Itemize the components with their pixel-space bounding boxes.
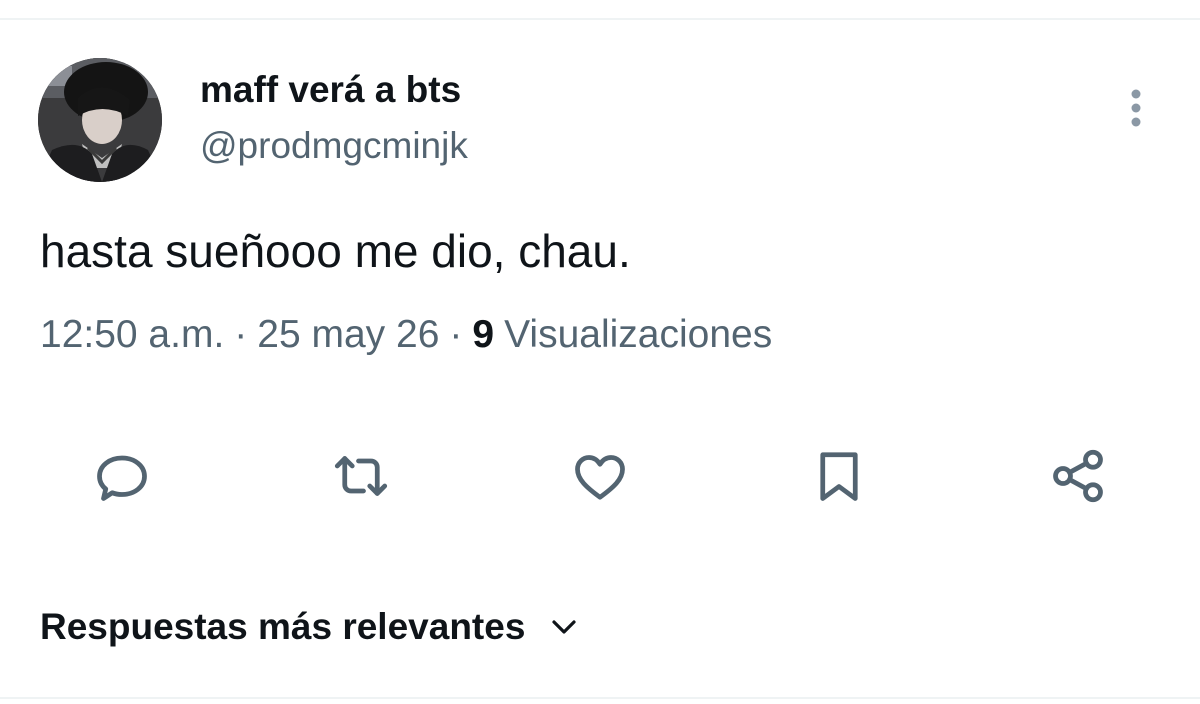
- retweet-button[interactable]: [329, 444, 393, 508]
- meta-separator: ·: [234, 313, 248, 356]
- share-button[interactable]: [1046, 444, 1110, 508]
- chevron-down-icon: [551, 619, 577, 635]
- replies-sort-label: Respuestas más relevantes: [40, 606, 526, 647]
- like-button[interactable]: [568, 444, 632, 508]
- more-vertical-icon: [1131, 89, 1141, 127]
- reply-button[interactable]: [90, 444, 154, 508]
- reply-icon: [97, 455, 147, 501]
- more-options-button[interactable]: [1116, 84, 1156, 132]
- display-name[interactable]: maff verá a bts: [200, 68, 461, 112]
- heart-icon: [575, 455, 625, 500]
- avatar-image: [38, 58, 162, 182]
- bookmark-button[interactable]: [807, 444, 871, 508]
- bottom-divider: [0, 697, 1200, 699]
- tweet-meta: 12:50 a.m. · 25 may 26 · 9 Visualizaciones: [40, 312, 772, 358]
- retweet-icon: [334, 456, 388, 496]
- share-icon: [1053, 449, 1103, 503]
- tweet-text: hasta sueñooo me dio, chau.: [40, 225, 631, 277]
- avatar[interactable]: [38, 58, 162, 182]
- tweet-date[interactable]: 25 may 26: [257, 313, 439, 356]
- replies-sort-selector[interactable]: Respuestas más relevantes: [40, 602, 577, 652]
- views-count: 9: [472, 313, 495, 356]
- bookmark-icon: [820, 452, 858, 501]
- user-handle[interactable]: @prodmgcminjk: [200, 124, 468, 168]
- tweet-time[interactable]: 12:50 a.m.: [40, 313, 224, 356]
- views-label: Visualizaciones: [504, 313, 773, 356]
- meta-separator: ·: [449, 313, 463, 356]
- top-divider: [0, 18, 1200, 20]
